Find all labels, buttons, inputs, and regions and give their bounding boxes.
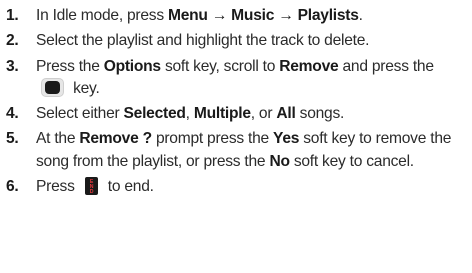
- step-text-run: Select the playlist and highlight the tr…: [36, 32, 370, 50]
- step-text-run: .: [358, 7, 363, 24]
- step-text: In Idle mode, press Menu → Music → Playl…: [36, 5, 468, 27]
- step-item: 2. Select the playlist and highlight the …: [6, 30, 468, 52]
- step-item: 3. Press the Options soft key, scroll to …: [6, 56, 468, 101]
- step-text-run: At the: [36, 130, 80, 148]
- step-text-run: Select either: [36, 105, 124, 123]
- step-number: 2.: [6, 32, 19, 50]
- step-text: Select the playlist and highlight the tr…: [36, 30, 468, 52]
- step-text-run: prompt press the: [151, 130, 274, 148]
- ui-term: Menu → Music → Playlists: [167, 7, 359, 24]
- step-text: Press END to end.: [36, 176, 468, 198]
- ui-term: Selected: [123, 105, 186, 123]
- svg-text:D: D: [89, 189, 93, 195]
- step-number: 4.: [6, 105, 19, 123]
- step-text: Press the Options soft key, scroll to Re…: [36, 56, 468, 101]
- step-text: At the Remove ? prompt press the Yes sof…: [36, 128, 468, 173]
- ui-term: Multiple: [193, 105, 251, 123]
- step-number: 5.: [6, 130, 19, 148]
- step-item: 4. Select either Selected, Multiple, or A…: [6, 103, 468, 125]
- step-text-run: In Idle mode, press: [36, 7, 168, 24]
- step-text-run: Press the: [36, 57, 104, 75]
- step-item: 5. At the Remove ? prompt press the Yes s…: [6, 128, 468, 173]
- ui-term: No: [269, 152, 290, 170]
- step-text-run: ,: [185, 105, 194, 123]
- ui-term: All: [276, 105, 296, 123]
- step-text-run: soft key to cancel.: [289, 152, 414, 170]
- step-text-run: songs.: [295, 105, 345, 123]
- ui-term: Remove: [279, 57, 339, 75]
- step-text-run: , or: [250, 105, 277, 123]
- step-text-run: to end.: [103, 178, 154, 196]
- step-text: Select either Selected, Multiple, or All…: [36, 103, 468, 125]
- step-text-run: and press the: [338, 57, 435, 75]
- ui-term: Yes: [273, 130, 300, 148]
- instruction-steps: 1. In Idle mode, press Menu → Music → Pla…: [6, 5, 468, 198]
- step-text-run: soft key, scroll to: [160, 57, 280, 75]
- ui-term: Remove ?: [79, 130, 152, 148]
- end-key-icon: END: [84, 176, 98, 195]
- step-item: 6. Press END to end.: [6, 176, 468, 198]
- center-select-key-icon: [41, 78, 64, 98]
- step-text-run: Press: [36, 178, 79, 196]
- ui-term: Options: [103, 57, 161, 75]
- step-text-run: key.: [69, 79, 100, 97]
- step-item: 1. In Idle mode, press Menu → Music → Pla…: [6, 5, 468, 27]
- step-number: 6.: [6, 178, 19, 196]
- step-number: 3.: [6, 57, 19, 75]
- step-number: 1.: [6, 7, 19, 24]
